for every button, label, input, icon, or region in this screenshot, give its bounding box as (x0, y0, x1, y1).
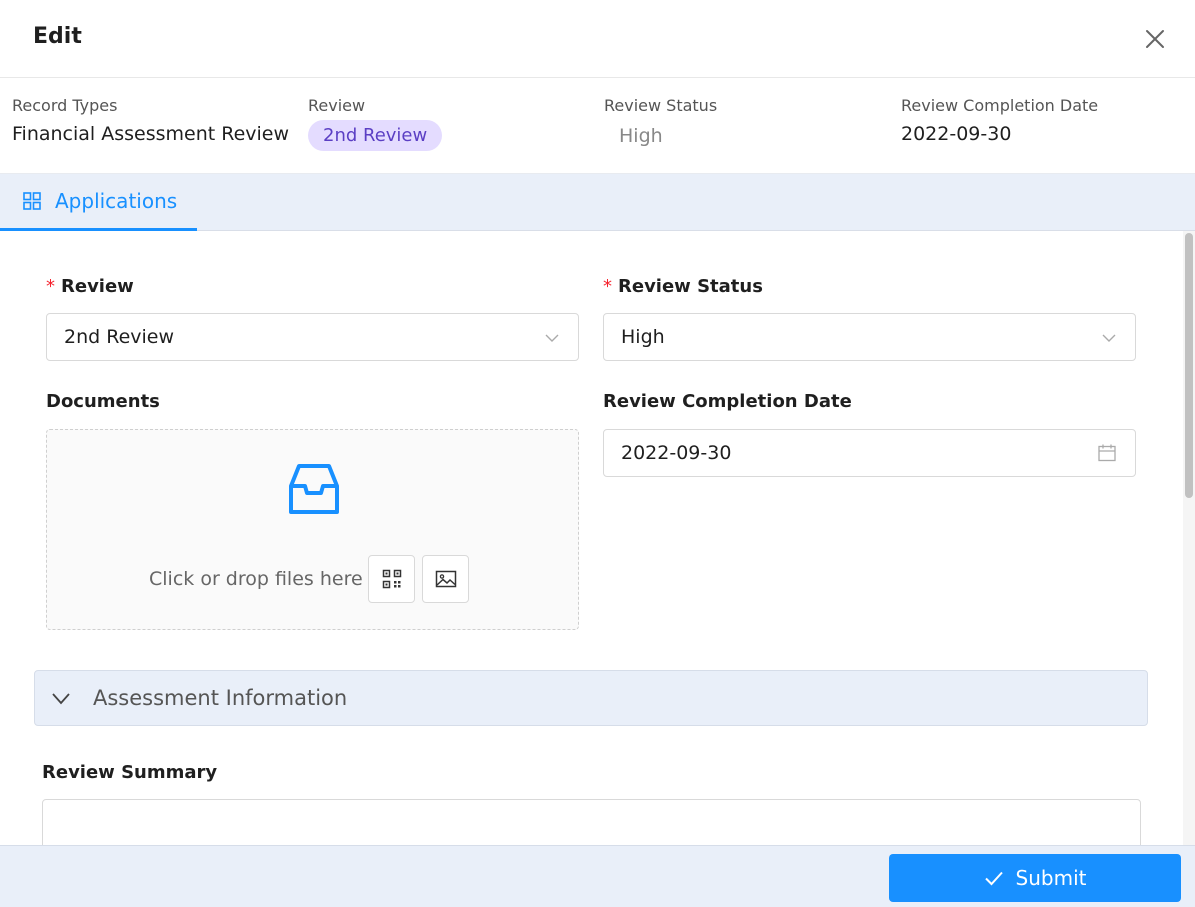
summary-value: 2022-09-30 (901, 123, 1012, 145)
review-select[interactable]: 2nd Review (46, 313, 579, 361)
content-scrollbar[interactable] (1183, 231, 1195, 845)
inbox-icon (289, 464, 339, 514)
review-select-value: 2nd Review (64, 326, 175, 348)
tab-applications[interactable]: Applications (0, 174, 197, 231)
summary-label: Record Types (12, 96, 118, 115)
calendar-icon (1098, 444, 1116, 462)
submit-button[interactable]: Submit (889, 854, 1181, 902)
chevron-down-icon (1102, 334, 1116, 342)
dropzone-hint: Click or drop files here (149, 568, 363, 590)
summary-value: Financial Assessment Review (12, 123, 290, 145)
summary-review: Review 2nd Review (308, 96, 443, 151)
documents-dropzone[interactable]: Click or drop files here (46, 429, 579, 630)
modal-footer: Submit (0, 845, 1195, 907)
completion-date-picker[interactable]: 2022-09-30 (603, 429, 1136, 477)
review-tag: 2nd Review (308, 120, 443, 151)
review-label-text: Review (61, 276, 134, 297)
completion-date-value: 2022-09-30 (621, 442, 732, 464)
scrollbar-thumb[interactable] (1185, 233, 1193, 498)
review-summary-label: Review Summary (42, 762, 218, 783)
review-status-field-label: * Review Status (603, 276, 763, 297)
assessment-information-panel[interactable]: Assessment Information (34, 670, 1148, 726)
summary-value: High (619, 125, 663, 147)
modal-title: Edit (33, 24, 82, 49)
required-mark: * (603, 276, 612, 297)
tab-label: Applications (55, 189, 178, 213)
close-icon[interactable] (1142, 26, 1168, 52)
assessment-information-label: Assessment Information (93, 686, 348, 710)
summary-label: Review (308, 96, 366, 115)
record-summary: Record Types Financial Assessment Review… (0, 78, 1195, 174)
review-summary-textarea[interactable] (42, 799, 1141, 845)
submit-label: Submit (1015, 866, 1087, 890)
summary-review-status: Review Status High (604, 96, 717, 147)
summary-label: Review Completion Date (901, 96, 1099, 115)
required-mark: * (46, 276, 55, 297)
summary-label: Review Status (604, 96, 718, 115)
modal-header: Edit (0, 0, 1195, 78)
image-icon (435, 570, 456, 588)
form-content: * Review 2nd Review * Review Status High D… (0, 231, 1183, 845)
review-status-select-value: High (621, 326, 665, 348)
review-status-select[interactable]: High (603, 313, 1136, 361)
summary-record-types: Record Types Financial Assessment Review (12, 96, 289, 145)
review-field-label: * Review (46, 276, 134, 297)
chevron-down-icon (545, 334, 559, 342)
grid-icon (23, 192, 41, 210)
summary-completion-date: Review Completion Date 2022-09-30 (901, 96, 1098, 145)
review-status-label-text: Review Status (618, 276, 763, 297)
upload-image-button[interactable] (422, 555, 469, 603)
scan-qr-button[interactable] (368, 555, 415, 603)
chevron-down-icon (52, 693, 70, 705)
documents-label: Documents (46, 391, 160, 412)
qr-code-icon (382, 569, 401, 589)
completion-date-label: Review Completion Date (603, 391, 852, 412)
tab-bar: Applications (0, 174, 1195, 231)
check-icon (984, 871, 1003, 886)
